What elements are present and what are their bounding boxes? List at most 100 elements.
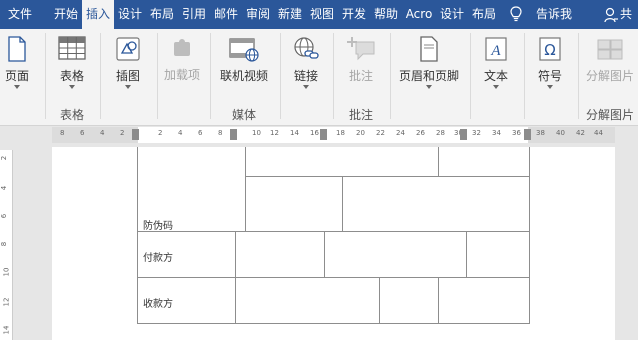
table-border	[137, 323, 529, 324]
share-person-icon	[604, 7, 618, 23]
divider	[470, 33, 471, 119]
symbol-omega-icon: Ω	[539, 37, 561, 61]
tab-references[interactable]: 引用	[178, 0, 210, 29]
symbols-button[interactable]: Ω 符号	[530, 31, 570, 95]
illustrations-button[interactable]: 插图	[108, 31, 148, 95]
anti-counterfeit-label: 防伪码	[143, 221, 173, 232]
ruler-number: 6	[198, 129, 203, 137]
link-button[interactable]: 链接	[286, 31, 326, 95]
ruler-indent-marker[interactable]	[132, 129, 139, 140]
tell-me-search[interactable]: 告诉我	[532, 0, 576, 29]
ruler-number: 44	[594, 129, 603, 137]
ruler-column-marker[interactable]	[320, 129, 327, 140]
group-label-media: 媒体	[231, 108, 256, 122]
table-icon	[58, 36, 86, 60]
tab-acrobat[interactable]: Acro	[402, 0, 436, 29]
table-border	[137, 277, 529, 278]
header-footer-icon	[420, 36, 438, 62]
chevron-down-icon	[493, 85, 499, 89]
horizontal-ruler[interactable]: 8 6 4 2 2 4 6 8 10 12 14 16 18 20 22 24 …	[52, 127, 615, 143]
link-icon	[294, 37, 319, 59]
tab-developer[interactable]: 开发	[338, 0, 370, 29]
shapes-icon	[116, 37, 140, 61]
ruler-number: 10	[2, 267, 11, 277]
table-label: 表格	[59, 69, 84, 83]
online-video-icon	[229, 38, 259, 62]
tab-help[interactable]: 帮助	[370, 0, 402, 29]
document-page[interactable]: 防伪码 付款方 收款方	[52, 147, 615, 340]
addins-button[interactable]: 加载项	[164, 31, 200, 95]
tab-view[interactable]: 视图	[306, 0, 338, 29]
text-button[interactable]: A 文本	[476, 31, 516, 95]
tab-table-design[interactable]: 设计	[436, 0, 468, 29]
table-border	[137, 231, 529, 232]
ruler-number: 12	[270, 129, 279, 137]
tab-table-layout[interactable]: 布局	[468, 0, 500, 29]
table-border	[342, 176, 343, 231]
share-button[interactable]: 共	[620, 0, 638, 29]
group-label-comments: 批注	[348, 108, 373, 122]
table-border	[438, 277, 439, 324]
chevron-down-icon	[303, 85, 309, 89]
ribbon-tab-bar: 文件 开始 插入 设计 布局 引用 邮件 审阅 新建 视图 开发 帮助 Acro…	[0, 0, 638, 29]
text-label: 文本	[483, 69, 508, 83]
ruler-number: 2	[158, 129, 163, 137]
tab-mailings[interactable]: 邮件	[210, 0, 242, 29]
divider	[157, 33, 158, 119]
table-border	[438, 147, 439, 176]
table-border	[529, 147, 530, 324]
ruler-number: 14	[290, 129, 299, 137]
text-box-icon: A	[485, 37, 507, 61]
tab-layout[interactable]: 布局	[146, 0, 178, 29]
comment-button[interactable]: 批注	[338, 31, 384, 95]
ruler-right-indent-marker[interactable]	[524, 129, 531, 140]
online-video-label: 联机视频	[219, 69, 268, 83]
ruler-number: 28	[436, 129, 445, 137]
table-border	[324, 231, 325, 277]
vertical-ruler[interactable]: 2 4 6 8 10 12 14	[0, 150, 13, 340]
page-icon	[8, 36, 26, 62]
ribbon-insert: 页面 表格 表格 插图 加载项 联机视频 媒体 链接 批注 批注 页眉和页脚 A…	[0, 29, 638, 126]
symbols-label: 符号	[537, 69, 562, 83]
tab-file[interactable]: 文件	[0, 0, 40, 29]
divider	[390, 33, 391, 119]
page-button[interactable]: 页面	[0, 31, 34, 95]
lightbulb-icon	[510, 6, 522, 22]
ruler-number: 12	[2, 297, 11, 307]
ruler-number: 4	[100, 129, 105, 137]
split-image-button[interactable]: 分解图片	[582, 31, 638, 95]
table-border	[245, 147, 246, 231]
chevron-down-icon	[426, 85, 432, 89]
ruler-column-marker[interactable]	[460, 129, 467, 140]
ruler-number: 8	[218, 129, 223, 137]
ruler-number: 36	[512, 129, 521, 137]
table-border	[245, 176, 529, 177]
ruler-number: 10	[252, 129, 261, 137]
comment-label: 批注	[348, 69, 373, 83]
header-footer-label: 页眉和页脚	[398, 69, 459, 83]
payee-label: 收款方	[143, 299, 173, 310]
online-video-button[interactable]: 联机视频	[216, 31, 272, 95]
ruler-number: 6	[0, 213, 9, 219]
divider	[100, 33, 101, 119]
table-button[interactable]: 表格	[52, 31, 92, 95]
ruler-number: 26	[416, 129, 425, 137]
payer-label: 付款方	[143, 253, 173, 264]
ruler-number: 40	[556, 129, 565, 137]
tab-home[interactable]: 开始	[50, 0, 82, 29]
tab-insert[interactable]: 插入	[82, 0, 114, 29]
chevron-down-icon	[547, 85, 553, 89]
ruler-number: 14	[2, 325, 11, 335]
ruler-column-marker[interactable]	[230, 129, 237, 140]
tab-new[interactable]: 新建	[274, 0, 306, 29]
ruler-number: 8	[0, 241, 9, 247]
addins-icon	[174, 39, 190, 56]
split-image-icon	[597, 39, 623, 60]
divider	[333, 33, 334, 119]
ruler-number: 42	[576, 129, 585, 137]
header-footer-button[interactable]: 页眉和页脚	[394, 31, 464, 95]
ruler-number: 38	[536, 129, 545, 137]
tab-review[interactable]: 审阅	[242, 0, 274, 29]
chevron-down-icon	[14, 85, 20, 89]
tab-design[interactable]: 设计	[114, 0, 146, 29]
